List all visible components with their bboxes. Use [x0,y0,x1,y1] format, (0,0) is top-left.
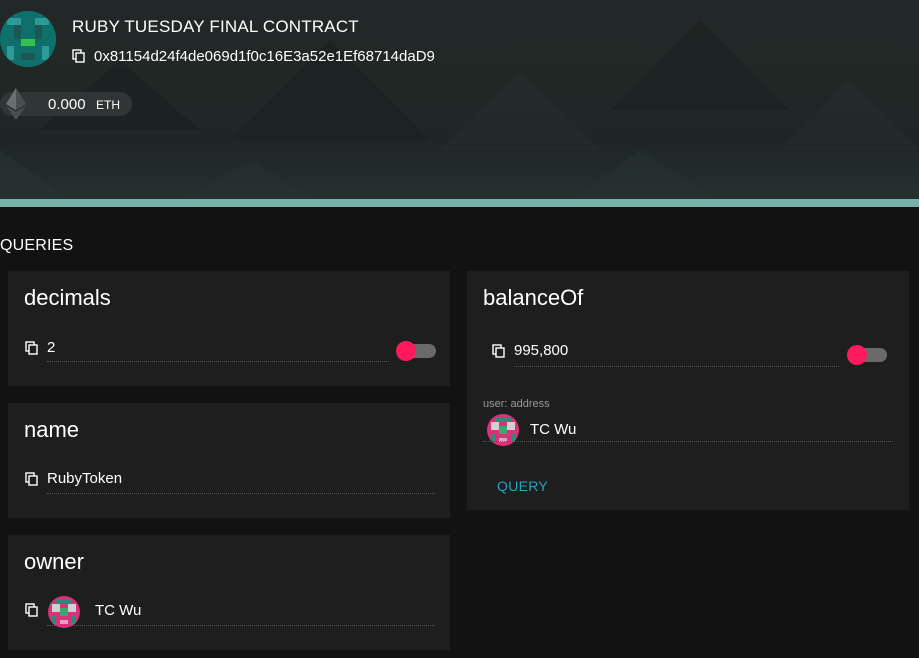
owner-identicon [48,596,80,628]
query-card-decimals: decimals 2 [8,271,450,386]
field-underline [47,493,435,494]
decimals-output-row: 2 [25,339,55,356]
header-stripe [0,199,919,207]
decimals-toggle[interactable] [396,341,436,361]
balanceof-output-row: 995,800 [492,342,568,359]
decimals-value: 2 [47,339,56,356]
card-title: balanceOf [483,285,584,310]
contract-address-row: 0x81154d24f4de069d1f0c16E3a52e1Ef68714da… [72,46,435,66]
field-underline [514,366,839,367]
balanceof-toggle[interactable] [847,345,887,365]
copy-icon[interactable] [25,340,39,355]
eth-unit: ETH [96,98,120,112]
copy-icon[interactable] [25,471,39,486]
user-address-input[interactable]: TC Wu [530,421,576,438]
name-output-row: RubyToken [25,470,122,487]
contract-address[interactable]: 0x81154d24f4de069d1f0c16E3a52e1Ef68714da… [94,48,435,65]
field-underline [47,625,435,626]
field-underline [47,361,389,362]
toggle-knob [396,341,416,361]
input-underline [483,441,893,442]
copy-icon[interactable] [25,603,39,617]
query-card-owner: owner TC Wu [8,535,450,650]
query-button[interactable]: QUERY [497,478,548,494]
copy-icon[interactable] [492,343,506,358]
name-value: RubyToken [47,470,123,487]
card-title: decimals [24,285,111,310]
eth-balance-pill: 0.000 ETH [0,88,132,120]
toggle-knob [847,345,867,365]
contract-title: RUBY TUESDAY FINAL CONTRACT [72,17,359,36]
balanceof-value: 995,800 [514,342,569,359]
user-address-label: user: address [483,398,550,410]
ethereum-icon [6,88,26,120]
card-title: owner [24,549,84,574]
query-card-name: name RubyToken [8,403,450,518]
eth-balance: 0.000 [48,96,86,113]
contract-identicon [0,11,56,67]
card-title: name [24,417,80,442]
queries-heading: QUERIES [0,237,74,254]
owner-value: TC Wu [95,602,142,619]
contract-header: RUBY TUESDAY FINAL CONTRACT 0x81154d24f4… [0,0,919,207]
copy-icon[interactable] [72,49,86,63]
query-card-balanceof: balanceOf 995,800 user: address TC Wu QU… [467,271,909,510]
